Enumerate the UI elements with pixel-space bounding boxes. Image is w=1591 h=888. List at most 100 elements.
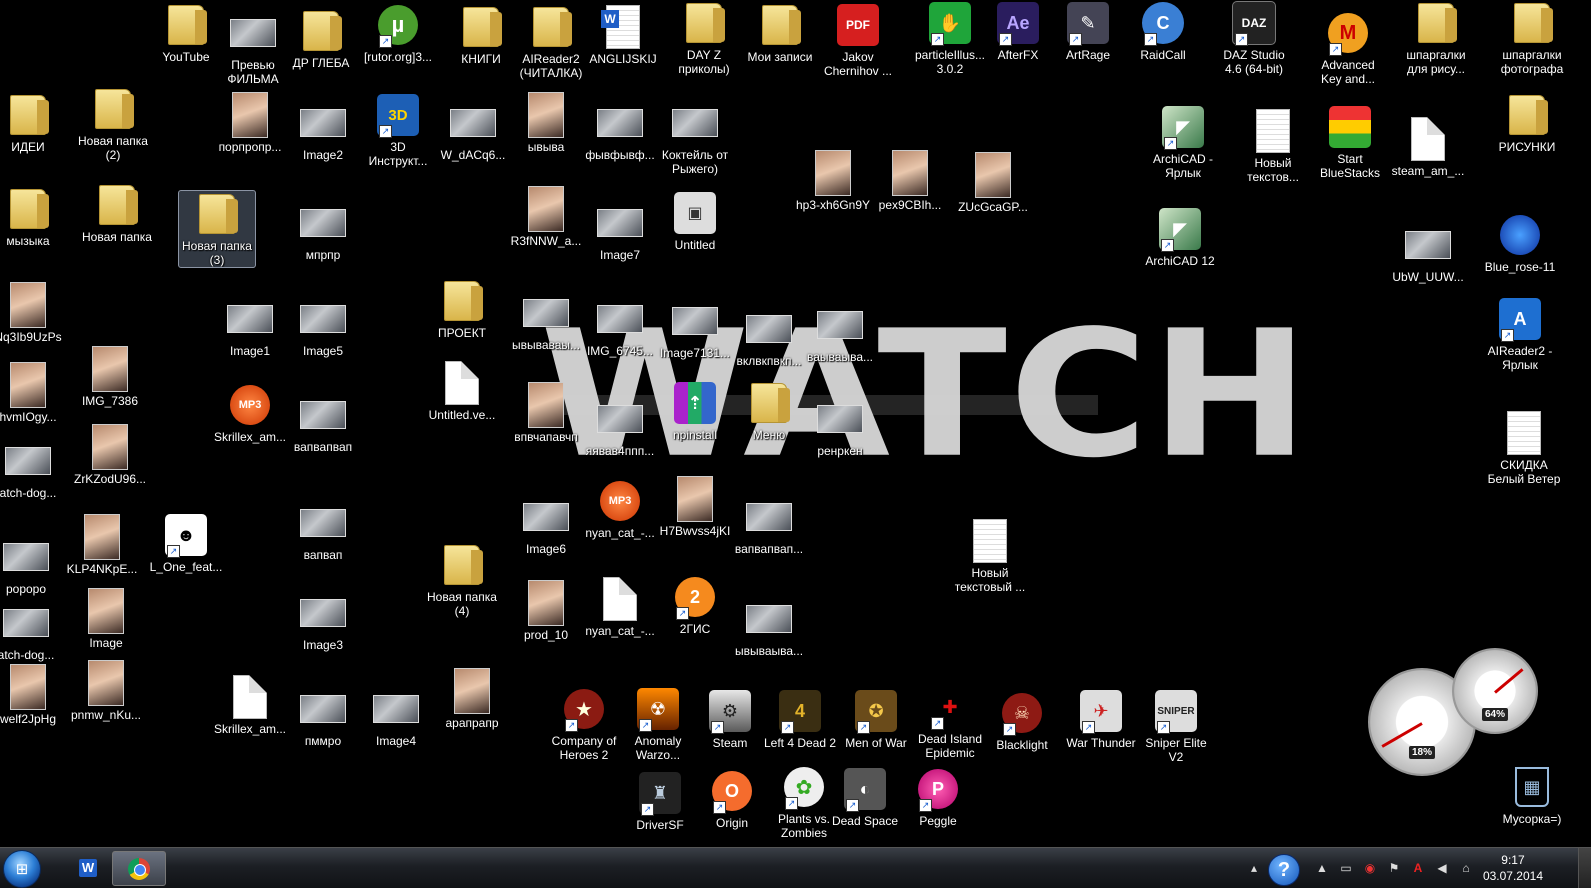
desktop-icon[interactable]: ⇡ npinstall	[657, 380, 733, 442]
desktop-icon[interactable]: atch-dog...	[0, 438, 66, 500]
desktop-icon[interactable]: 3D ↗ 3D Инструкт...	[360, 92, 436, 168]
desktop-icon[interactable]: Skrillex_am...	[212, 674, 288, 736]
desktop-icon[interactable]: ✎ ↗ ArtRage	[1050, 0, 1126, 62]
desktop-icon[interactable]: pnmw_nKu...	[68, 660, 144, 722]
desktop-icon[interactable]: Новая папка (3)	[178, 190, 256, 268]
desktop-icon[interactable]: ◤ ↗ ArchiCAD - Ярлык	[1145, 104, 1221, 180]
desktop-icon[interactable]: ывываыва...	[731, 596, 807, 658]
desktop-icon[interactable]: KLP4NKpE...	[64, 514, 140, 576]
desktop-icon[interactable]: РИСУНКИ	[1489, 92, 1565, 154]
desktop-icon[interactable]: prod_10	[508, 580, 584, 642]
desktop-icon[interactable]: ✚ ↗ Dead Island Epidemic	[912, 684, 988, 760]
desktop-icon[interactable]: мызыка	[0, 186, 66, 248]
desktop-icon[interactable]: фывфывф...	[582, 100, 658, 162]
desktop-icon[interactable]: ZrKZodU96...	[72, 424, 148, 486]
taskbar-word-button[interactable]: W	[62, 851, 114, 884]
desktop-icon[interactable]: шпаргалки фотографа	[1494, 0, 1570, 76]
desktop-icon[interactable]: ывыва	[508, 92, 584, 154]
desktop-icon[interactable]: Image7131...	[657, 298, 733, 360]
desktop-icon[interactable]: O ↗ Origin	[694, 768, 770, 830]
tray-volume-icon[interactable]: ◀	[1434, 860, 1450, 876]
desktop-icon[interactable]: A ↗ AIReader2 - Ярлык	[1482, 296, 1558, 372]
desktop-icon[interactable]: YouTube	[148, 2, 224, 64]
desktop-icon[interactable]: atch-dog...	[0, 600, 64, 662]
desktop-icon[interactable]: IMG_7386	[72, 346, 148, 408]
desktop-icon[interactable]: IMG_6745...	[582, 296, 658, 358]
desktop-icon[interactable]: H7Bwvss4jKI	[657, 476, 733, 538]
desktop-icon[interactable]: Коктейль от Рыжего)	[657, 100, 733, 176]
desktop-icon[interactable]: ✈ ↗ War Thunder	[1063, 688, 1139, 750]
desktop-icon[interactable]: Новый текстовый ...	[952, 518, 1028, 594]
desktop-icon[interactable]: ▦ Мусорка=)	[1494, 764, 1570, 826]
desktop-icon[interactable]: Blue_rose-11	[1482, 212, 1558, 274]
desktop-icon[interactable]: ПРОЕКТ	[424, 278, 500, 340]
desktop-icon[interactable]: ✋ ↗ particleIllus... 3.0.2	[912, 0, 988, 76]
desktop-icon[interactable]: PDF Jakov Chernihov ...	[820, 2, 896, 78]
desktop-icon[interactable]: Image1	[212, 296, 288, 358]
desktop-icon[interactable]: Image4	[358, 686, 434, 748]
taskbar-chrome-button[interactable]	[112, 851, 166, 886]
desktop-icon[interactable]: вапвапвап	[285, 392, 361, 454]
desktop-icon[interactable]: hvmIOgy...	[0, 362, 66, 424]
desktop-icon[interactable]: MP3 nyan_cat_-...	[582, 478, 658, 540]
desktop-icon[interactable]: Image6	[508, 494, 584, 556]
clock[interactable]: 9:17 03.07.2014	[1483, 852, 1543, 884]
desktop-icon[interactable]: P ↗ Peggle	[900, 766, 976, 828]
desktop-icon[interactable]: Start BlueStacks	[1312, 104, 1388, 180]
desktop-icon[interactable]: Меню	[731, 380, 807, 442]
desktop-icon[interactable]: ⚙ ↗ Steam	[692, 688, 768, 750]
desktop-icon[interactable]: SNIPER ↗ Sniper Elite V2	[1138, 688, 1214, 764]
desktop-icon[interactable]: Новая папка (2)	[75, 86, 151, 162]
desktop-icon[interactable]: Мои записи	[742, 2, 818, 64]
desktop-icon[interactable]: ренркен	[802, 396, 878, 458]
desktop-icon[interactable]: ✪ ↗ Men of War	[838, 688, 914, 750]
desktop-icon[interactable]: DAZ ↗ DAZ Studio 4.6 (64-bit)	[1216, 0, 1292, 76]
desktop-icon[interactable]: шпаргалки для рису...	[1398, 0, 1474, 76]
desktop-icon[interactable]: мпрпр	[285, 200, 361, 262]
desktop-icon[interactable]: hp3-xh6Gn9Y	[795, 150, 871, 212]
desktop-icon[interactable]: Image7	[582, 200, 658, 262]
desktop-icon[interactable]: ▣ Untitled	[657, 190, 733, 252]
desktop-icon[interactable]: Новая папка	[79, 182, 155, 244]
desktop-icon[interactable]: 2 ↗ 2ГИС	[657, 574, 733, 636]
tray-record-icon[interactable]: ◉	[1362, 860, 1378, 876]
desktop-icon[interactable]: pex9CBIh...	[872, 150, 948, 212]
desktop[interactable]: WATCH YouTube Превью ФИЛЬМА ДР ГЛЕБА µ ↗ [rut…	[0, 0, 1591, 847]
tray-flag-icon[interactable]: ⚑	[1386, 860, 1402, 876]
desktop-icon[interactable]: СКИДКА Белый Ветер	[1486, 410, 1562, 486]
desktop-icon[interactable]: ★ ↗ Company of Heroes 2	[546, 686, 622, 762]
desktop-icon[interactable]: ИДЕИ	[0, 92, 66, 154]
desktop-icon[interactable]: Image2	[285, 100, 361, 162]
desktop-icon[interactable]: AIReader2 (ЧИТАЛКА)	[513, 4, 589, 80]
desktop-icon[interactable]: вклвкпвкп...	[731, 306, 807, 368]
desktop-icon[interactable]: Image3	[285, 590, 361, 652]
desktop-icon[interactable]: арапрапр	[434, 668, 510, 730]
desktop-icon[interactable]: Ae ↗ AfterFX	[980, 0, 1056, 62]
desktop-icon[interactable]: Новый текстов...	[1235, 108, 1311, 184]
show-desktop-button[interactable]	[1578, 848, 1591, 888]
desktop-icon[interactable]: Новая папка (4)	[424, 542, 500, 618]
tray-network-icon[interactable]: ⌂	[1458, 860, 1474, 876]
tray-monitor-icon[interactable]: ▭	[1338, 860, 1354, 876]
desktop-icon[interactable]: Превью ФИЛЬМА	[215, 10, 291, 86]
desktop-icon[interactable]: 4 ↗ Left 4 Dead 2	[762, 688, 838, 750]
desktop-icon[interactable]: C ↗ RaidCall	[1125, 0, 1201, 62]
desktop-icon[interactable]: ZUcGcaGP...	[955, 152, 1031, 214]
desktop-icon[interactable]: steam_am_...	[1390, 116, 1466, 178]
desktop-icon[interactable]: ☢ ↗ Anomaly Warzo...	[620, 686, 696, 762]
desktop-icon[interactable]: яявав4ппп...	[582, 396, 658, 458]
desktop-icon[interactable]: ☠ ↗ Blacklight	[984, 690, 1060, 752]
desktop-icon[interactable]: порпропр...	[212, 92, 288, 154]
desktop-icon[interactable]: MP3 Skrillex_am...	[212, 382, 288, 444]
desktop-icon[interactable]: W_dACq6...	[435, 100, 511, 162]
desktop-icon[interactable]: UbW_UUW...	[1390, 222, 1466, 284]
desktop-icon[interactable]: впвчапавчп	[508, 382, 584, 444]
desktop-icon[interactable]: W ANGLIJSKIJ	[585, 4, 661, 66]
desktop-icon[interactable]: Nq3Ib9UzPs	[0, 282, 66, 344]
desktop-icon[interactable]: nyan_cat_-...	[582, 576, 658, 638]
help-icon[interactable]: ?	[1268, 854, 1300, 886]
desktop-icon[interactable]: ♜ ↗ DriverSF	[622, 770, 698, 832]
desktop-icon[interactable]: КНИГИ	[443, 4, 519, 66]
tray-bell-icon[interactable]: ▲	[1314, 860, 1330, 876]
desktop-icon[interactable]: ◤ ↗ ArchiCAD 12	[1142, 206, 1218, 268]
